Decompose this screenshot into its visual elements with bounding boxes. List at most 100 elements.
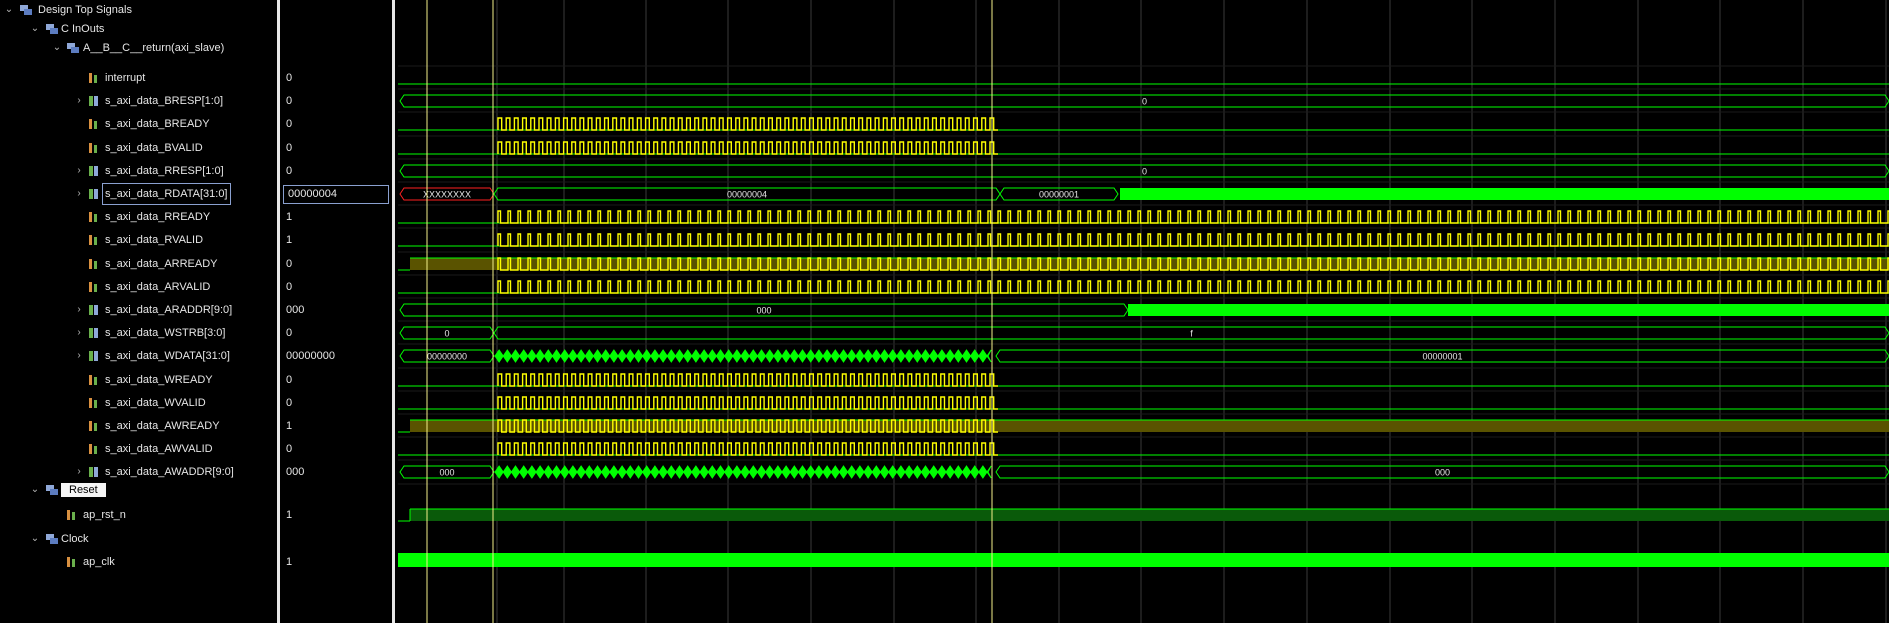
pulse-train bbox=[497, 233, 1889, 247]
tree-group-clock-label: Clock bbox=[61, 533, 89, 545]
signal-name-s-axi-data-awvalid: s_axi_data_AWVALID bbox=[105, 443, 213, 455]
chevron-down-icon[interactable]: ⌄ bbox=[30, 529, 40, 549]
bus-transition bbox=[609, 349, 619, 363]
bus-transition bbox=[666, 465, 677, 479]
bus-transition bbox=[863, 349, 873, 363]
tree-group-reset-label[interactable]: Reset bbox=[61, 483, 106, 497]
bus-transition bbox=[527, 465, 537, 479]
signal-value-pane: 0 0 0 0 0 00000004 1 1 0 0 000 0 00000000 0 0 1 0 000 1 1 bbox=[280, 0, 392, 623]
trace-wdata-b: 00000001 bbox=[995, 349, 1889, 363]
bus-transition bbox=[846, 465, 857, 479]
signal-value-s-axi-data-rresp-1-0: 0 bbox=[286, 165, 293, 177]
bus-transition bbox=[625, 349, 636, 363]
bus-transition bbox=[682, 349, 693, 363]
signal-value-s-axi-data-arvalid: 0 bbox=[286, 281, 293, 293]
bus-transition bbox=[969, 465, 980, 479]
bus-transition bbox=[584, 349, 595, 363]
signal-value-s-axi-data-wdata-31-0: 00000000 bbox=[286, 350, 335, 362]
bus-transition bbox=[830, 349, 841, 363]
bus-transition bbox=[887, 349, 898, 363]
trace-awready-high bbox=[410, 420, 1889, 432]
bus-transition bbox=[617, 349, 627, 363]
signal-name-s-axi-data-arready: s_axi_data_ARREADY bbox=[105, 258, 218, 270]
bit-signal-icon bbox=[88, 397, 100, 409]
bit-signal-icon bbox=[88, 420, 100, 432]
trace-rvalid-pulses bbox=[497, 233, 1889, 247]
bus-transition bbox=[559, 349, 570, 363]
bus-transition bbox=[707, 349, 718, 363]
bus-transition bbox=[658, 349, 668, 363]
signal-name-s-axi-data-rdata-31-0: s_axi_data_RDATA[31:0] bbox=[102, 183, 231, 205]
tree-root-label: Design Top Signals bbox=[38, 4, 132, 16]
chevron-down-icon[interactable]: ⌄ bbox=[4, 0, 14, 20]
signal-name-s-axi-data-arvalid: s_axi_data_ARVALID bbox=[105, 281, 211, 293]
trace-wdata-dense bbox=[494, 349, 992, 363]
bus-transition bbox=[592, 465, 603, 479]
signal-name-s-axi-data-wvalid: s_axi_data_WVALID bbox=[105, 397, 206, 409]
bus-transition bbox=[945, 465, 955, 479]
signal-name-s-axi-data-wdata-31-0: s_axi_data_WDATA[31:0] bbox=[105, 350, 230, 362]
bus-transition bbox=[723, 349, 734, 363]
chevron-right-icon[interactable]: › bbox=[74, 462, 84, 482]
signal-name-s-axi-data-rresp-1-0: s_axi_data_RRESP[1:0] bbox=[105, 165, 224, 177]
chevron-right-icon[interactable]: › bbox=[74, 91, 84, 111]
pulse-train bbox=[497, 141, 998, 155]
bus-transition bbox=[953, 349, 964, 363]
chevron-right-icon[interactable]: › bbox=[74, 346, 84, 366]
pulse-train bbox=[497, 210, 1889, 224]
trace-rdata-b: 00000001 bbox=[999, 187, 1119, 201]
trace-wready-pulses bbox=[497, 373, 998, 387]
signal-value-s-axi-data-rdata-31-0[interactable]: 00000004 bbox=[283, 185, 389, 204]
bus-transition bbox=[617, 465, 627, 479]
bus-transition bbox=[543, 349, 554, 363]
bit-signal-icon bbox=[66, 509, 78, 521]
signal-value-s-axi-data-arready: 0 bbox=[286, 258, 293, 270]
bus-value-label: 0 bbox=[1142, 167, 1147, 177]
pulse-train bbox=[497, 117, 998, 131]
signal-value-s-axi-data-wvalid: 0 bbox=[286, 397, 293, 409]
chevron-down-icon[interactable]: ⌄ bbox=[30, 19, 40, 39]
bit-signal-icon bbox=[88, 374, 100, 386]
bus-transition bbox=[830, 465, 841, 479]
bit-signal-icon bbox=[88, 443, 100, 455]
bus-transition bbox=[748, 465, 759, 479]
bus-transition bbox=[576, 349, 586, 363]
signal-name-interrupt: interrupt bbox=[105, 72, 146, 84]
pane-divider[interactable] bbox=[392, 0, 395, 623]
chevron-right-icon[interactable]: › bbox=[74, 184, 84, 204]
trace-rdata-x: XXXXXXXX bbox=[399, 187, 495, 201]
signal-name-s-axi-data-wstrb-3-0: s_axi_data_WSTRB[3:0] bbox=[105, 327, 226, 339]
chevron-right-icon[interactable]: › bbox=[74, 161, 84, 181]
trace-wvalid-pulses bbox=[497, 396, 998, 410]
chevron-down-icon[interactable]: ⌄ bbox=[30, 480, 40, 500]
trace-bresp: 0 bbox=[399, 94, 1889, 108]
bus-transition bbox=[896, 465, 906, 479]
chevron-right-icon[interactable]: › bbox=[74, 323, 84, 343]
bus-transition bbox=[887, 465, 898, 479]
bus-transition bbox=[740, 349, 750, 363]
signal-name-s-axi-data-wready: s_axi_data_WREADY bbox=[105, 374, 213, 386]
bus-transition bbox=[682, 465, 693, 479]
trace-araddr-dense bbox=[1128, 304, 1889, 316]
bus-transition bbox=[822, 349, 832, 363]
trace-arready-high bbox=[410, 258, 1889, 270]
signal-group-icon bbox=[20, 4, 32, 16]
bus-transition bbox=[691, 465, 701, 479]
bus-value-label: 00000004 bbox=[727, 190, 767, 200]
bus-transition bbox=[953, 465, 964, 479]
waveform-canvas[interactable]: 00XXXXXXXX 00000004 000000010000 f00000000 0… bbox=[398, 0, 1889, 623]
bus-value-label: XXXXXXXX bbox=[423, 190, 471, 200]
bus-transition bbox=[715, 465, 726, 479]
bus-transition bbox=[986, 349, 992, 363]
chevron-right-icon[interactable]: › bbox=[74, 300, 84, 320]
bus-transition bbox=[814, 349, 824, 363]
bus-transition bbox=[592, 349, 603, 363]
bus-transition bbox=[781, 465, 791, 479]
bus-transition bbox=[510, 349, 521, 363]
trace-rresp: 0 bbox=[399, 164, 1889, 178]
chevron-down-icon[interactable]: ⌄ bbox=[52, 38, 62, 58]
bus-transition bbox=[494, 349, 504, 363]
bus-value-label: 000 bbox=[1435, 468, 1450, 478]
bus-transition bbox=[543, 465, 554, 479]
trace-wstrb-b: f bbox=[493, 326, 1889, 340]
